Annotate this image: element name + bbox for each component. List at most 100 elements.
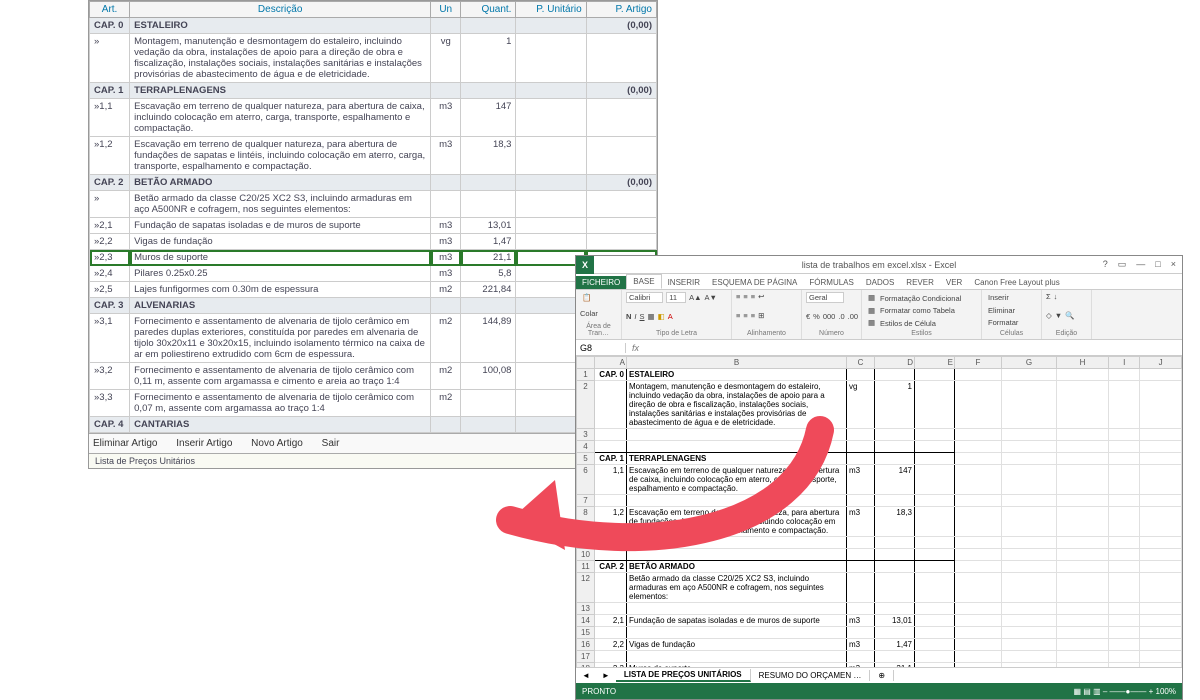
cell[interactable]	[1109, 537, 1140, 549]
cell[interactable]: Pilares 0.25x0.25	[130, 266, 431, 282]
cell[interactable]: 1,47	[875, 639, 915, 651]
minimize-icon[interactable]: —	[1136, 259, 1145, 270]
cell[interactable]: »2,1	[90, 218, 130, 234]
align-left-icon[interactable]: ≡	[736, 311, 740, 320]
cell[interactable]	[1001, 549, 1056, 561]
cell[interactable]: m3	[431, 137, 461, 175]
cell[interactable]	[1109, 639, 1140, 651]
cell[interactable]	[875, 549, 915, 561]
cell[interactable]	[955, 603, 1002, 615]
cell[interactable]	[1140, 561, 1182, 573]
view-layout-icon[interactable]: ▤	[1083, 687, 1091, 696]
cell[interactable]	[1001, 573, 1056, 603]
cell[interactable]	[595, 537, 627, 549]
cell[interactable]	[955, 465, 1002, 495]
cell[interactable]	[516, 191, 586, 218]
cell[interactable]	[915, 507, 955, 537]
cell[interactable]	[955, 615, 1002, 627]
paste-button[interactable]: 📋	[580, 292, 617, 304]
cell[interactable]	[1056, 429, 1108, 441]
cell[interactable]	[431, 175, 461, 191]
name-box[interactable]: G8	[576, 343, 626, 353]
exit-button[interactable]: Sair	[322, 438, 340, 449]
cell[interactable]	[955, 627, 1002, 639]
cell[interactable]: 2,3	[595, 663, 627, 668]
tab-esquema[interactable]: ESQUEMA DE PÁGINA	[706, 276, 803, 289]
cell[interactable]	[915, 615, 955, 627]
cell[interactable]	[915, 639, 955, 651]
cell[interactable]	[1056, 453, 1108, 465]
cell[interactable]: »3,1	[90, 314, 130, 363]
new-article-button[interactable]: Novo Artigo	[251, 438, 303, 449]
zoom-in-icon[interactable]: +	[1149, 687, 1154, 696]
cell[interactable]: m2	[431, 314, 461, 363]
cell[interactable]	[627, 441, 847, 453]
bold-button[interactable]: N	[626, 312, 631, 321]
cell[interactable]: »2,4	[90, 266, 130, 282]
cell[interactable]: BETÃO ARMADO	[627, 561, 847, 573]
table-row[interactable]: »2,1Fundação de sapatas isoladas e de mu…	[90, 218, 657, 234]
tab-rever[interactable]: REVER	[900, 276, 940, 289]
cell[interactable]: 21,1	[461, 250, 516, 266]
cell[interactable]	[847, 651, 875, 663]
cell[interactable]	[915, 561, 955, 573]
cell[interactable]	[1001, 639, 1056, 651]
cell[interactable]	[586, 218, 656, 234]
cell[interactable]	[1140, 441, 1182, 453]
cell[interactable]	[595, 429, 627, 441]
cell[interactable]	[847, 537, 875, 549]
table-row[interactable]: »3,1Fornecimento e assentamento de alven…	[90, 314, 657, 363]
cell[interactable]	[1056, 603, 1108, 615]
cell[interactable]: 5,8	[461, 266, 516, 282]
table-row[interactable]: »2,3Muros de suportem321,1	[90, 250, 657, 266]
cell[interactable]	[595, 495, 627, 507]
ribbon-toggle-icon[interactable]: ▭	[1118, 259, 1127, 270]
cell[interactable]: Escavação em terreno de qualquer naturez…	[627, 465, 847, 495]
cell[interactable]: vg	[431, 34, 461, 83]
cell[interactable]: 13,01	[461, 218, 516, 234]
cell[interactable]	[1001, 369, 1056, 381]
cell[interactable]: m3	[431, 234, 461, 250]
cell[interactable]: ALVENARIAS	[130, 298, 431, 314]
cell[interactable]	[1056, 573, 1108, 603]
cell[interactable]	[1056, 537, 1108, 549]
increase-decimal-icon[interactable]: .0	[838, 312, 844, 321]
cell[interactable]	[915, 537, 955, 549]
col-header-h[interactable]: H	[1056, 357, 1108, 369]
cell[interactable]	[915, 495, 955, 507]
cell[interactable]: Muros de suporte	[130, 250, 431, 266]
cell[interactable]: Montagem, manutenção e desmontagem do es…	[130, 34, 431, 83]
sheet-nav-next-icon[interactable]: ►	[596, 671, 616, 680]
row-header[interactable]: 2	[577, 381, 595, 429]
cell[interactable]	[1109, 615, 1140, 627]
cell[interactable]: m3	[431, 266, 461, 282]
cell[interactable]	[875, 537, 915, 549]
cell[interactable]	[1056, 615, 1108, 627]
cell[interactable]	[1056, 549, 1108, 561]
cell[interactable]	[1056, 465, 1108, 495]
cell[interactable]	[955, 507, 1002, 537]
table-row[interactable]: CAP. 2BETÃO ARMADO(0,00)	[90, 175, 657, 191]
grid-area[interactable]: A B C D E F G H I J 1CAP. 0ESTALEIRO2Mon…	[576, 356, 1182, 667]
cell[interactable]	[595, 381, 627, 429]
cell[interactable]: (0,00)	[586, 83, 656, 99]
cell[interactable]	[461, 18, 516, 34]
cell[interactable]	[847, 573, 875, 603]
cell[interactable]	[915, 627, 955, 639]
cell[interactable]	[1140, 465, 1182, 495]
cell[interactable]	[627, 549, 847, 561]
row-header[interactable]: 5	[577, 453, 595, 465]
col-header-g[interactable]: G	[1001, 357, 1056, 369]
table-row[interactable]: »1,1Escavação em terreno de qualquer nat…	[90, 99, 657, 137]
cell[interactable]	[875, 429, 915, 441]
cell[interactable]	[875, 603, 915, 615]
cell[interactable]	[847, 441, 875, 453]
cell[interactable]: vg	[847, 381, 875, 429]
cell[interactable]: Betão armado da classe C20/25 XC2 S3, in…	[130, 191, 431, 218]
cell[interactable]	[1001, 465, 1056, 495]
cell[interactable]: 2,1	[595, 615, 627, 627]
border-icon[interactable]: ▦	[648, 312, 655, 321]
cell[interactable]: CAP. 0	[595, 369, 627, 381]
cell[interactable]: TERRAPLENAGENS	[130, 83, 431, 99]
cell[interactable]: 1	[461, 34, 516, 83]
